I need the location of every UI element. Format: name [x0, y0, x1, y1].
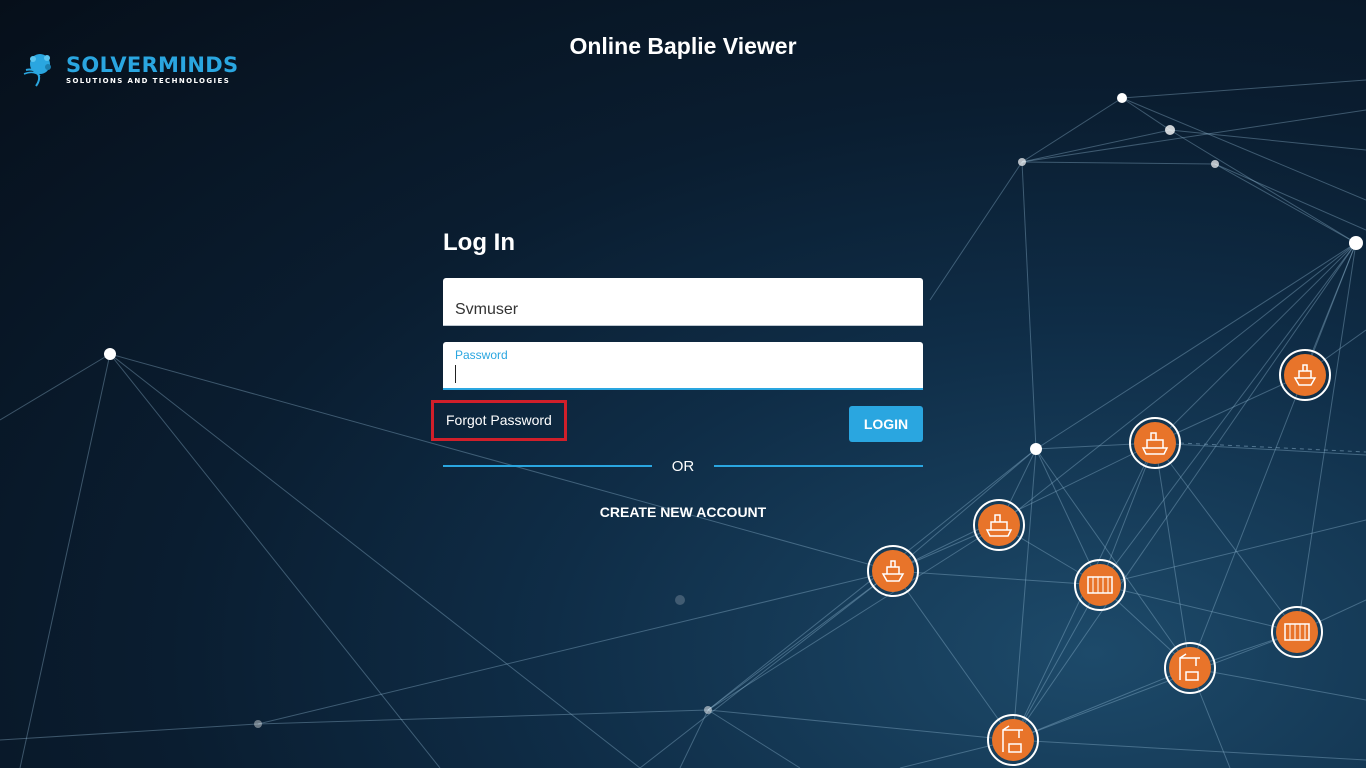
password-label: Password	[455, 348, 508, 362]
ship-icon	[1279, 349, 1331, 401]
crane-icon	[1164, 642, 1216, 694]
login-form: Log In Password Forgot Password LOGIN OR…	[431, 228, 923, 520]
password-field[interactable]	[455, 366, 911, 384]
divider-line-right	[714, 465, 923, 467]
login-actions: Forgot Password LOGIN	[431, 398, 923, 458]
or-divider: OR	[443, 454, 923, 478]
ship-icon	[867, 545, 919, 597]
username-field[interactable]	[455, 301, 911, 319]
username-field-container	[443, 278, 923, 326]
app-title: Online Baplie Viewer	[569, 33, 797, 59]
crane-icon	[987, 714, 1039, 766]
divider-line-left	[443, 465, 652, 467]
port-ship-icon	[1129, 417, 1181, 469]
create-account-link[interactable]: CREATE NEW ACCOUNT	[443, 504, 923, 520]
password-field-container: Password	[443, 342, 923, 390]
port-ship-icon	[973, 499, 1025, 551]
divider-text: OR	[671, 457, 695, 475]
forgot-password-link[interactable]: Forgot Password	[431, 400, 567, 441]
login-heading: Log In	[443, 229, 515, 256]
logo-tagline: SOLUTIONS AND TECHNOLOGIES	[66, 77, 231, 85]
container-icon	[1271, 606, 1323, 658]
login-button[interactable]: LOGIN	[849, 406, 923, 442]
container-icon	[1074, 559, 1126, 611]
